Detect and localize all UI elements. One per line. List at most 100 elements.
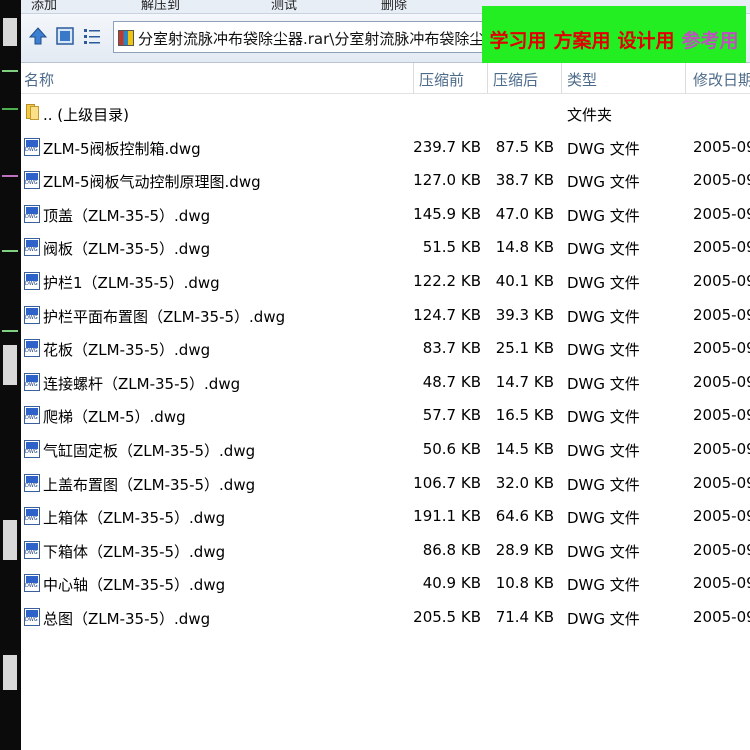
file-date: 2005-09-0 <box>693 271 750 290</box>
file-row[interactable]: 护栏1（ZLM-35-5）.dwg122.2 KB40.1 KBDWG 文件20… <box>21 264 750 298</box>
file-type: DWG 文件 <box>567 374 640 393</box>
file-row[interactable]: ZLM-5阀板气动控制原理图.dwg127.0 KB38.7 KBDWG 文件2… <box>21 163 750 197</box>
file-size-after: 39.3 KB <box>495 305 554 324</box>
address-path: 分室射流脉冲布袋除尘器.rar\分室射流脉冲布袋除尘器 - 解包大小为 1.8 … <box>138 30 512 48</box>
toolbar-extract-button[interactable]: 解压到 <box>141 0 180 13</box>
file-name: 护栏1（ZLM-35-5）.dwg <box>43 273 220 292</box>
watermark-label: 学习用 <box>489 29 547 52</box>
file-type: DWG 文件 <box>567 307 640 326</box>
file-name: ZLM-5阀板控制箱.dwg <box>43 139 201 158</box>
thumbnail-view-icon <box>56 27 74 45</box>
file-date: 2005-09-0 <box>693 473 750 492</box>
file-name: 上箱体（ZLM-35-5）.dwg <box>43 509 226 528</box>
file-row[interactable]: .. (上级目录) 文件夹 <box>21 96 750 130</box>
file-name: 下箱体（ZLM-35-5）.dwg <box>43 542 226 561</box>
column-name[interactable]: 名称 <box>24 69 54 90</box>
file-type: 文件夹 <box>567 106 613 124</box>
file-row[interactable]: 上盖布置图（ZLM-35-5）.dwg106.7 KB32.0 KBDWG 文件… <box>21 466 750 500</box>
file-name: 爬梯（ZLM-5）.dwg <box>43 408 186 427</box>
dwg-file-icon <box>24 507 40 526</box>
file-name: 上盖布置图（ZLM-35-5）.dwg <box>43 475 256 494</box>
up-arrow-icon <box>28 27 48 45</box>
file-size-after: 14.8 KB <box>495 238 554 257</box>
file-row[interactable]: 阀板（ZLM-35-5）.dwg51.5 KB14.8 KBDWG 文件2005… <box>21 230 750 264</box>
file-row[interactable]: 护栏平面布置图（ZLM-35-5）.dwg124.7 KB39.3 KBDWG … <box>21 298 750 332</box>
file-date: 2005-09-0 <box>693 305 750 324</box>
panel-fragment <box>3 520 17 560</box>
panel-marker <box>2 330 18 332</box>
up-level-button[interactable] <box>27 24 49 48</box>
panel-fragment <box>3 345 17 385</box>
list-view-icon <box>84 29 100 44</box>
file-type: DWG 文件 <box>567 509 640 528</box>
column-divider[interactable] <box>487 63 488 93</box>
column-divider[interactable] <box>561 63 562 93</box>
file-size-after: 71.4 KB <box>495 607 554 626</box>
panel-fragment <box>3 655 17 690</box>
file-date: 2005-09-0 <box>693 540 750 559</box>
file-type: DWG 文件 <box>567 273 640 292</box>
file-size-after: 32.0 KB <box>495 473 554 492</box>
dwg-file-icon <box>24 171 40 190</box>
file-type: DWG 文件 <box>567 542 640 561</box>
file-row[interactable]: ZLM-5阀板控制箱.dwg239.7 KB87.5 KBDWG 文件2005-… <box>21 130 750 164</box>
file-row[interactable]: 气缸固定板（ZLM-35-5）.dwg50.6 KB14.5 KBDWG 文件2… <box>21 432 750 466</box>
file-row[interactable]: 连接螺杆（ZLM-35-5）.dwg48.7 KB14.7 KBDWG 文件20… <box>21 365 750 399</box>
left-panel-strip <box>0 0 21 750</box>
dwg-file-icon <box>24 574 40 593</box>
toolbar-add-button[interactable]: 添加 <box>31 0 57 13</box>
file-type: DWG 文件 <box>567 139 640 158</box>
watermark-label: 设计用 <box>617 29 675 52</box>
file-name: ZLM-5阀板气动控制原理图.dwg <box>43 173 261 192</box>
file-row[interactable]: 总图（ZLM-35-5）.dwg205.5 KB71.4 KBDWG 文件200… <box>21 600 750 634</box>
file-type: DWG 文件 <box>567 173 640 192</box>
dwg-file-icon <box>24 372 40 391</box>
file-size-after: 25.1 KB <box>495 339 554 358</box>
panel-marker <box>2 175 18 177</box>
file-name: 气缸固定板（ZLM-35-5）.dwg <box>43 441 256 460</box>
column-compressed[interactable]: 压缩前 <box>419 69 464 90</box>
dwg-file-icon <box>24 137 40 156</box>
dwg-file-icon <box>24 238 40 257</box>
folder-icon <box>24 104 40 122</box>
column-modified[interactable]: 修改日期 <box>693 69 750 90</box>
file-date: 2005-09-0 <box>693 339 750 358</box>
file-row[interactable]: 下箱体（ZLM-35-5）.dwg86.8 KB28.9 KBDWG 文件200… <box>21 533 750 567</box>
watermark-label: 参考用 <box>681 29 739 52</box>
toolbar-delete-button[interactable]: 删除 <box>381 0 407 13</box>
view-list-button[interactable] <box>81 24 103 48</box>
column-type[interactable]: 类型 <box>567 69 597 90</box>
file-size-after: 64.6 KB <box>495 507 554 526</box>
file-name: 连接螺杆（ZLM-35-5）.dwg <box>43 374 241 393</box>
dwg-file-icon <box>24 540 40 559</box>
file-row[interactable]: 顶盖（ZLM-35-5）.dwg145.9 KB47.0 KBDWG 文件200… <box>21 197 750 231</box>
toolbar-test-button[interactable]: 测试 <box>271 0 297 13</box>
file-name: 阀板（ZLM-35-5）.dwg <box>43 240 211 259</box>
dwg-file-icon <box>24 439 40 458</box>
panel-marker <box>2 70 18 72</box>
file-list: .. (上级目录) 文件夹 ZLM-5阀板控制箱.dwg239.7 KB87.5 K… <box>21 96 750 634</box>
column-original[interactable]: 压缩后 <box>493 69 538 90</box>
column-divider[interactable] <box>413 63 414 93</box>
dwg-file-icon <box>24 339 40 358</box>
column-header: 名称 压缩前 压缩后 类型 修改日期 <box>21 63 750 94</box>
panel-fragment <box>3 18 17 46</box>
file-row[interactable]: 爬梯（ZLM-5）.dwg57.7 KB16.5 KBDWG 文件2005-09… <box>21 398 750 432</box>
file-name: 总图（ZLM-35-5）.dwg <box>43 609 211 628</box>
view-thumbnails-button[interactable] <box>54 24 76 48</box>
file-row[interactable]: 花板（ZLM-35-5）.dwg83.7 KB25.1 KBDWG 文件2005… <box>21 331 750 365</box>
column-divider[interactable] <box>685 63 686 93</box>
file-size-after: 38.7 KB <box>495 171 554 190</box>
file-date: 2005-09-0 <box>693 607 750 626</box>
file-date: 2005-09-0 <box>693 171 750 190</box>
file-name: .. (上级目录) <box>43 106 130 124</box>
file-type: DWG 文件 <box>567 341 640 360</box>
file-size-after: 10.8 KB <box>495 574 554 593</box>
address-bar[interactable]: 分室射流脉冲布袋除尘器.rar\分室射流脉冲布袋除尘器 - 解包大小为 1.8 … <box>113 21 513 53</box>
file-type: DWG 文件 <box>567 609 640 628</box>
rar-archive-icon <box>118 30 134 46</box>
file-row[interactable]: 上箱体（ZLM-35-5）.dwg191.1 KB64.6 KBDWG 文件20… <box>21 499 750 533</box>
file-row[interactable]: 中心轴（ZLM-35-5）.dwg40.9 KB10.8 KBDWG 文件200… <box>21 566 750 600</box>
file-name: 护栏平面布置图（ZLM-35-5）.dwg <box>43 307 286 326</box>
file-date: 2005-09-0 <box>693 507 750 526</box>
